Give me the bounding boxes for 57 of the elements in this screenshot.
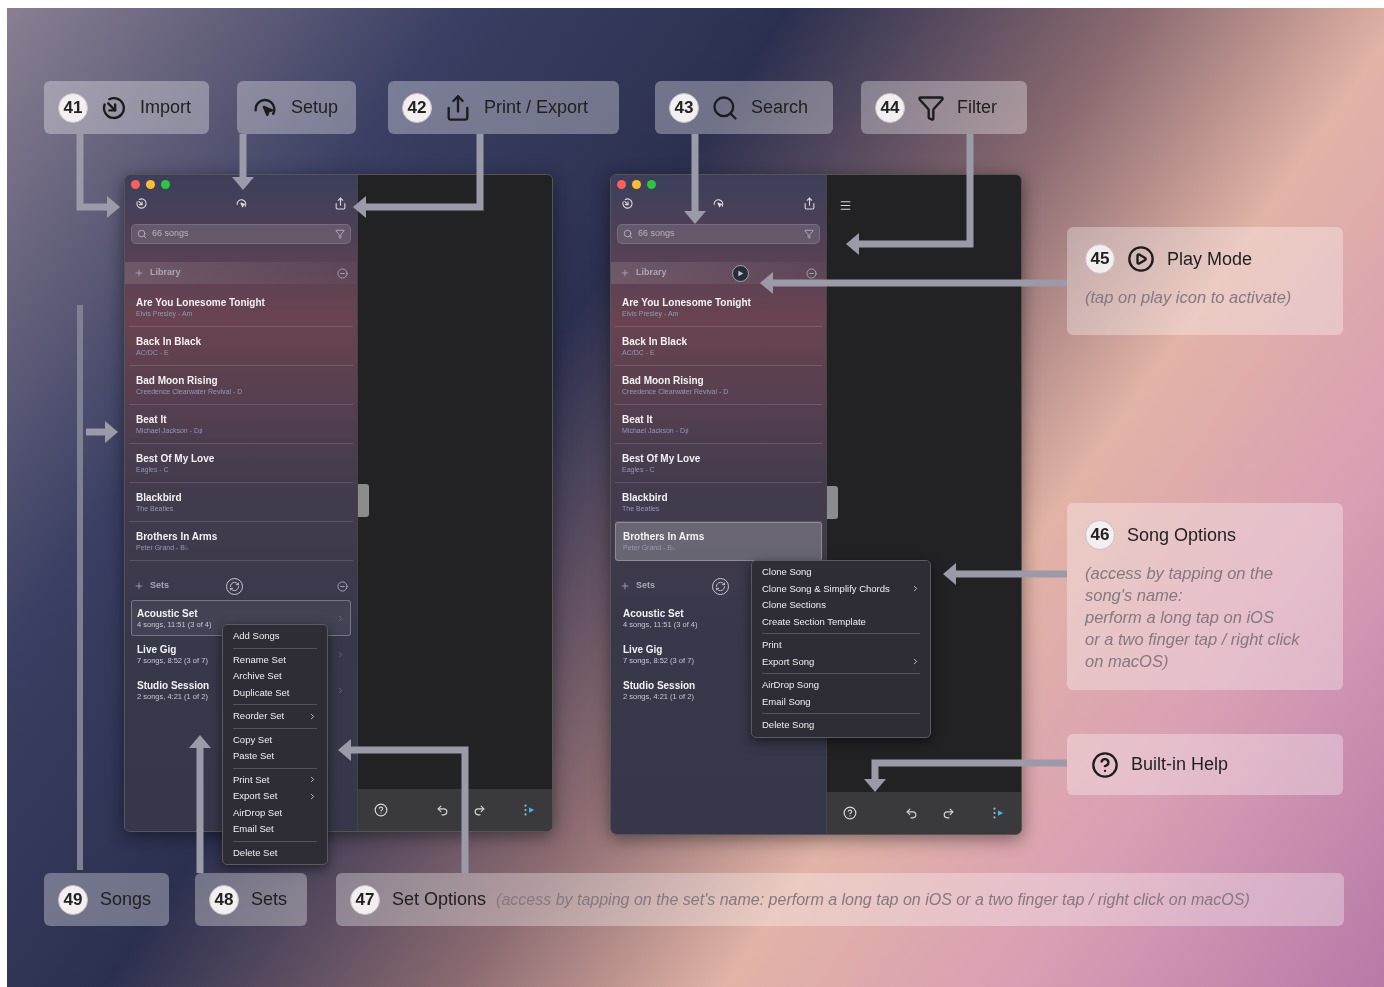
section-label: Sets [150,579,170,593]
menu-item-label: Rename Set [233,652,286,667]
set-name: Live Gig [137,642,177,656]
song-title: Bad Moon Rising [622,373,705,387]
callout-title: Song Options [1127,523,1237,547]
callout-title: Print / Export [484,96,589,119]
menu-item-label: Email Song [762,694,811,709]
song-title: Brothers In Arms [136,529,219,543]
section-label: Sets [636,579,656,593]
callout-title: Filter [957,96,997,119]
menu-item-label: Duplicate Set [233,685,290,700]
menu-item-label: Copy Set [233,732,273,747]
callout-note: (tap on play icon to activate) [1085,287,1293,308]
song-title: Blackbird [136,490,183,504]
menu-item-label: Print Set [233,772,270,787]
callout-title: Setup [291,96,339,119]
song-title: Are You Lonesome Tonight [622,295,752,309]
menu-item-label: Delete Song [762,718,815,733]
menu-item-label: Export Song [762,654,815,669]
callout-title: Import [140,96,191,119]
section-label: Library [150,266,182,280]
menu-item-label: AirDrop Song [762,678,820,693]
callout-title: Built-in Help [1131,753,1229,776]
menu-item-label: Delete Set [233,845,278,860]
callout-title: Play Mode [1167,247,1253,271]
song-title: Back In Black [136,334,203,348]
callout-title: Songs [100,888,152,911]
song-title: Blackbird [622,490,669,504]
menu-item-label: Clone Sections [762,598,826,613]
set-name: Acoustic Set [137,606,198,620]
menu-item-label: Archive Set [233,669,282,684]
song-title: Best Of My Love [622,451,702,465]
song-title: Back In Black [622,334,689,348]
menu-item-label: Reorder Set [233,709,285,724]
song-title: Are You Lonesome Tonight [136,295,266,309]
set-name: Studio Session [623,678,696,692]
section-label: Library [636,266,668,280]
callout-note: (access by tapping on the song's name: perform a long tap on iOS or a two finger tap / right click on macOS) [1085,563,1301,672]
menu-item-label: Clone Song & Simplify Chords [762,581,890,596]
song-title: Beat It [136,412,168,426]
callout-title: Sets [251,888,288,911]
song-title: Best Of My Love [136,451,216,465]
callout-title: Set Options [392,888,487,911]
menu-item-label: Create Section Template [762,614,866,629]
song-title: Beat It [622,412,654,426]
song-title: Bad Moon Rising [136,373,219,387]
menu-item-label: Export Set [233,789,278,804]
menu-item-label: AirDrop Set [233,805,283,820]
menu-item-label: Print [762,638,782,653]
menu-item-label: Email Set [233,822,274,837]
set-name: Studio Session [137,678,210,692]
menu-item-label: Clone Song [762,565,812,580]
menu-item-label: Paste Set [233,749,275,764]
song-title: Brothers In Arms [623,530,706,543]
set-name: Live Gig [623,642,663,656]
callout-title: Search [751,96,809,119]
set-name: Acoustic Set [623,606,684,620]
